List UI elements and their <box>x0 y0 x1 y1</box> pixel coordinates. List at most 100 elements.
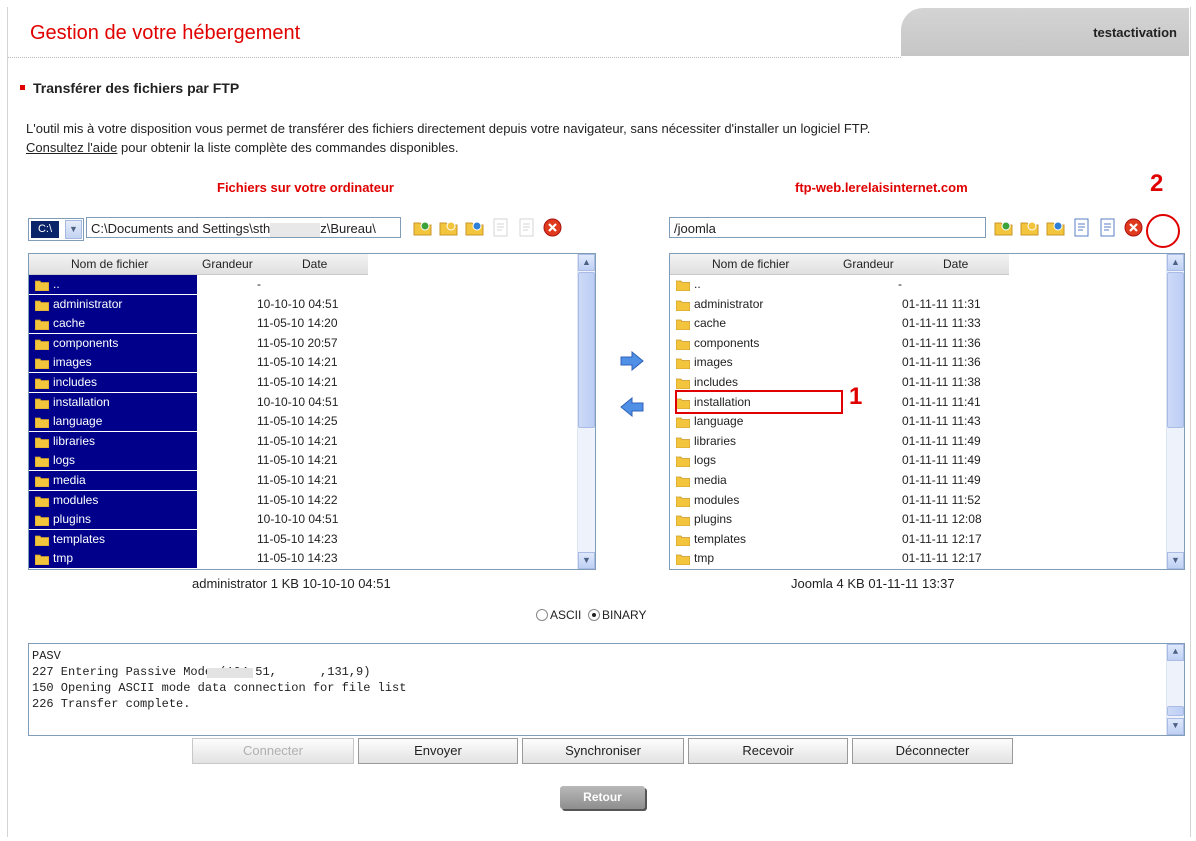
upload-folder-icon[interactable] <box>413 218 432 237</box>
file-row[interactable]: images 11-05-10 14:21 <box>29 353 573 373</box>
column-date[interactable]: Date <box>302 257 327 271</box>
file-date: 01-11-11 11:31 <box>902 296 981 311</box>
refresh-folder-icon[interactable] <box>1046 218 1065 237</box>
folder-icon <box>675 298 691 311</box>
ftp-log[interactable]: PASV 227 Entering Passive Mode (194,51, … <box>28 643 1185 736</box>
file-date: 01-11-11 12:08 <box>902 512 982 527</box>
column-size[interactable]: Grandeur <box>843 257 894 271</box>
chevron-down-icon: ▼ <box>65 220 82 239</box>
log-scrollbar[interactable]: ▲ ▼ <box>1166 644 1184 735</box>
file-row[interactable]: tmp 11-05-10 14:23 <box>29 549 573 569</box>
back-button[interactable]: Retour <box>560 786 645 809</box>
scroll-down-icon[interactable]: ▼ <box>578 552 595 569</box>
folder-icon <box>34 494 50 507</box>
upload-folder-icon[interactable] <box>994 218 1013 237</box>
scroll-up-icon[interactable]: ▲ <box>1167 254 1184 271</box>
folder-icon <box>34 513 50 527</box>
file-row[interactable]: installation 10-10-10 04:51 <box>29 392 573 412</box>
file-row[interactable]: plugins 10-10-10 04:51 <box>29 510 573 530</box>
file-row[interactable]: images 01-11-11 11:36 <box>670 353 1184 372</box>
new-folder-icon[interactable] <box>439 218 458 237</box>
scroll-up-icon[interactable]: ▲ <box>1167 644 1184 661</box>
new-folder-icon[interactable] <box>1020 218 1039 237</box>
file-row[interactable]: components 11-05-10 20:57 <box>29 333 573 353</box>
local-scrollbar[interactable]: ▲ ▼ <box>577 254 595 569</box>
send-button[interactable]: Envoyer <box>358 738 518 764</box>
file-row[interactable]: components 01-11-11 11:36 <box>670 334 1184 353</box>
delete-icon[interactable] <box>543 218 562 237</box>
remote-scrollbar[interactable]: ▲ ▼ <box>1166 254 1184 569</box>
delete-icon[interactable] <box>1124 218 1143 237</box>
scroll-up-icon[interactable]: ▲ <box>578 254 595 271</box>
column-size[interactable]: Grandeur <box>202 257 253 271</box>
drive-select[interactable]: C:\ ▼ <box>28 218 84 241</box>
file-date: 11-05-10 14:21 <box>257 473 338 487</box>
view-file-icon[interactable] <box>491 218 510 237</box>
header-divider <box>8 57 901 58</box>
file-row[interactable]: cache 11-05-10 14:20 <box>29 314 573 334</box>
folder-icon <box>34 298 50 311</box>
arrow-right-icon[interactable] <box>619 351 645 371</box>
file-row[interactable]: libraries 11-05-10 14:21 <box>29 431 573 451</box>
file-date: 11-05-10 14:25 <box>257 414 338 429</box>
local-status: administrator 1 KB 10-10-10 04:51 <box>192 576 391 591</box>
file-row[interactable]: media 01-11-11 11:49 <box>670 471 1184 490</box>
file-row[interactable]: modules 11-05-10 14:22 <box>29 490 573 510</box>
file-date: 01-11-11 11:41 <box>902 394 981 409</box>
file-row[interactable]: includes 11-05-10 14:21 <box>29 373 573 392</box>
scroll-down-icon[interactable]: ▼ <box>1167 552 1184 569</box>
ascii-radio[interactable] <box>536 608 548 621</box>
file-row[interactable]: logs 11-05-10 14:21 <box>29 451 573 471</box>
local-file-list[interactable]: Nom de fichier Grandeur Date .. - administ… <box>28 253 596 570</box>
file-row[interactable]: cache 01-11-11 11:33 <box>670 314 1184 333</box>
file-row[interactable]: templates 01-11-11 12:17 <box>670 530 1184 549</box>
file-row[interactable]: media 11-05-10 14:21 <box>29 471 573 490</box>
receive-button[interactable]: Recevoir <box>688 738 848 764</box>
file-name: libraries <box>29 431 197 451</box>
remote-path-input[interactable]: /joomla <box>669 217 986 238</box>
user-tab[interactable]: testactivation <box>901 8 1189 56</box>
file-row[interactable]: language 01-11-11 11:43 <box>670 412 1184 431</box>
file-row[interactable]: language 11-05-10 14:25 <box>29 412 573 432</box>
edit-file-icon[interactable] <box>1098 218 1117 237</box>
column-name[interactable]: Nom de fichier <box>712 257 789 271</box>
file-date: 11-05-10 14:21 <box>257 433 338 448</box>
file-date: 11-05-10 14:23 <box>257 551 338 566</box>
connect-button[interactable]: Connecter <box>192 738 354 764</box>
description: L'outil mis à votre disposition vous per… <box>26 121 871 136</box>
annotation-1: 1 <box>849 383 863 410</box>
help-link[interactable]: Consultez l'aide <box>26 140 117 155</box>
file-row[interactable]: administrator 01-11-11 11:31 <box>670 295 1184 314</box>
file-row[interactable]: logs 01-11-11 11:49 <box>670 451 1184 470</box>
file-date: 11-05-10 20:57 <box>257 335 338 350</box>
file-date: 01-11-11 12:17 <box>902 551 982 566</box>
arrow-left-icon[interactable] <box>619 397 645 417</box>
scroll-thumb[interactable] <box>1167 706 1184 716</box>
scroll-down-icon[interactable]: ▼ <box>1167 718 1184 735</box>
file-row[interactable]: .. - <box>29 275 573 294</box>
file-row[interactable]: .. - <box>670 275 1184 294</box>
edit-file-icon[interactable] <box>517 218 536 237</box>
binary-radio[interactable] <box>588 608 601 621</box>
scroll-thumb[interactable] <box>578 272 595 428</box>
sync-button[interactable]: Synchroniser <box>522 738 684 764</box>
file-name: libraries <box>670 432 830 451</box>
column-date[interactable]: Date <box>943 257 968 271</box>
file-name: tmp <box>670 549 830 568</box>
refresh-folder-icon[interactable] <box>465 218 484 237</box>
file-row[interactable]: templates 11-05-10 14:23 <box>29 529 573 549</box>
file-row[interactable]: modules 01-11-11 11:52 <box>670 491 1184 510</box>
view-file-icon[interactable] <box>1072 218 1091 237</box>
local-path-input[interactable]: C:\Documents and Settings\sth z\Bureau\ <box>86 217 401 238</box>
file-name: media <box>670 471 830 490</box>
username: testactivation <box>1093 25 1177 40</box>
bullet-icon <box>20 84 25 90</box>
file-row[interactable]: administrator 10-10-10 04:51 <box>29 294 573 314</box>
file-row[interactable]: tmp 01-11-11 12:17 <box>670 549 1184 568</box>
file-row[interactable]: plugins 01-11-11 12:08 <box>670 510 1184 529</box>
disconnect-button[interactable]: Déconnecter <box>852 738 1013 764</box>
column-name[interactable]: Nom de fichier <box>71 257 148 271</box>
file-row[interactable]: libraries 01-11-11 11:49 <box>670 432 1184 451</box>
file-name: administrator <box>29 294 197 314</box>
scroll-thumb[interactable] <box>1167 272 1184 428</box>
